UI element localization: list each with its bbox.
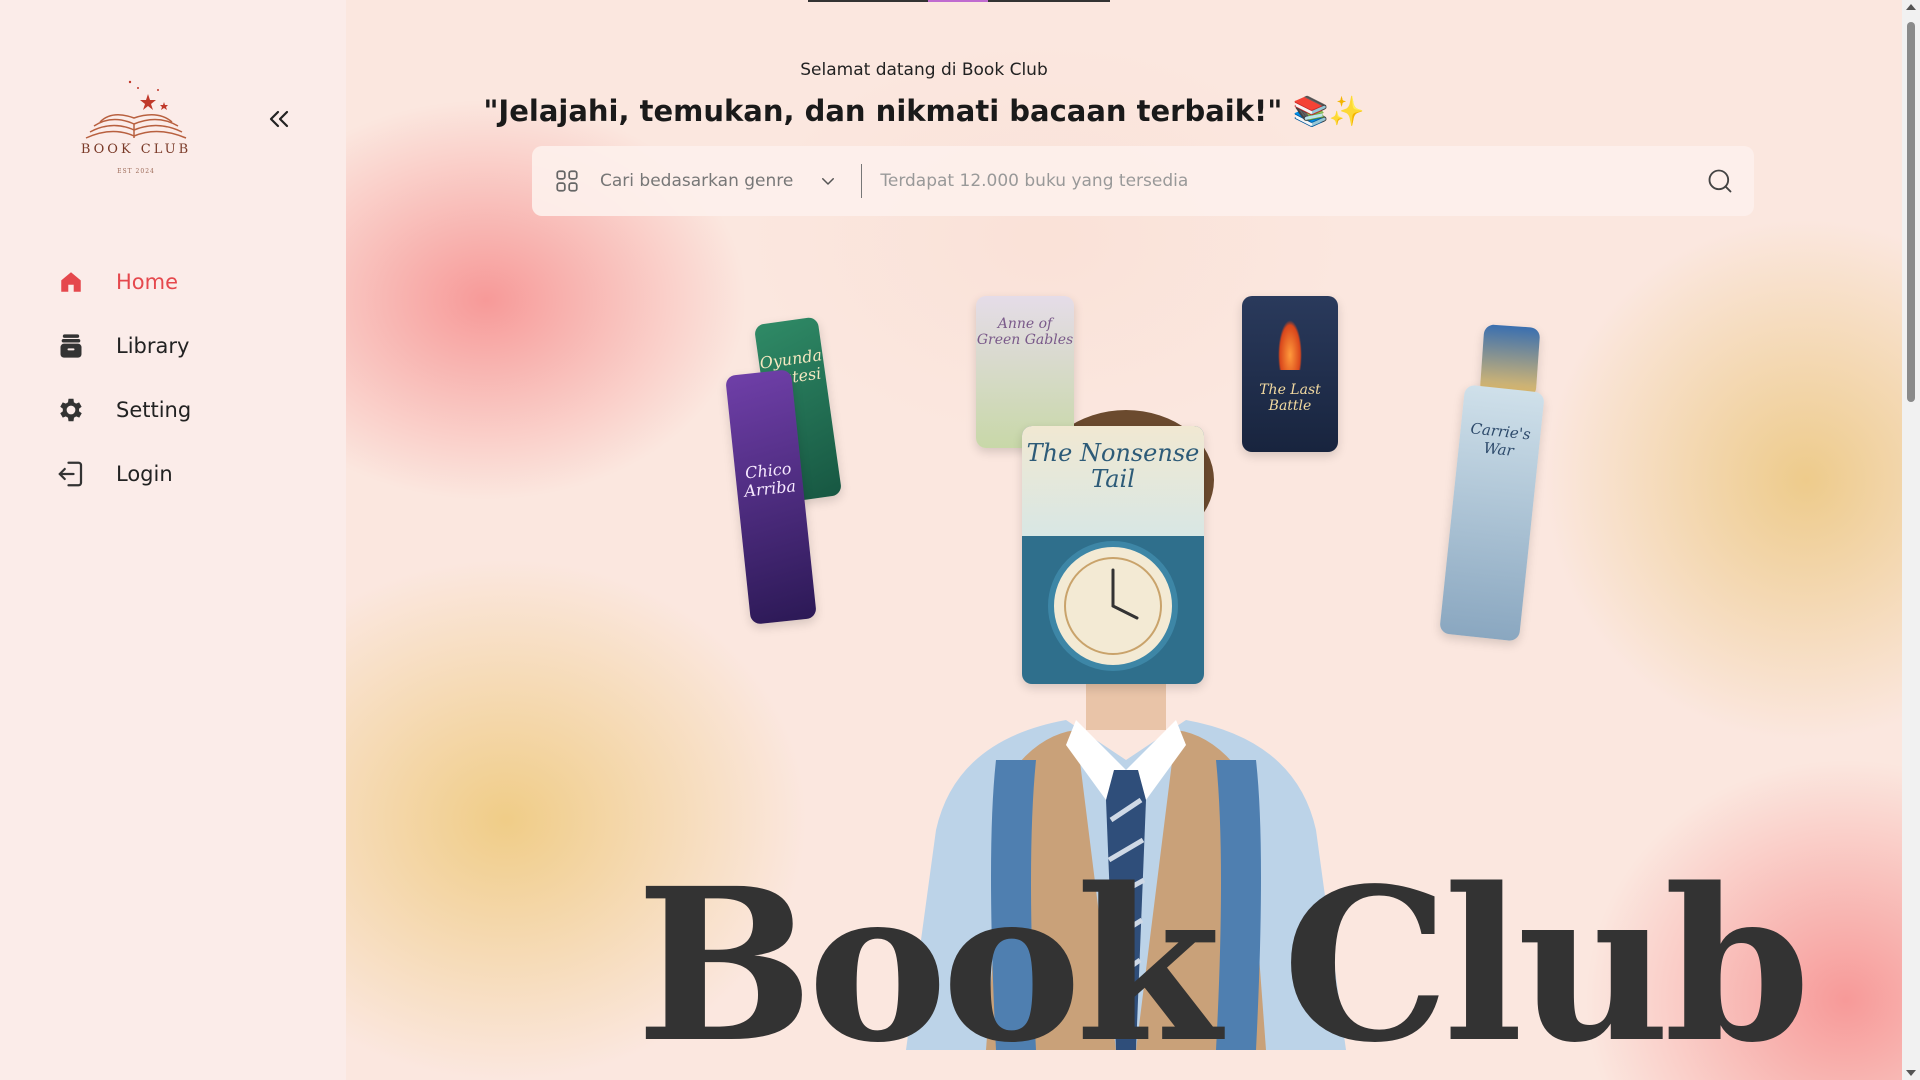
book-club-logo[interactable]: BOOK CLUB EST 2024 bbox=[72, 72, 200, 182]
book-title: Carrie's War bbox=[1469, 419, 1532, 460]
logo-text: BOOK CLUB bbox=[80, 142, 192, 157]
book-title: The Nonsense Tail bbox=[1026, 439, 1200, 493]
sidebar-item-label: Home bbox=[116, 270, 179, 294]
main-content: Selamat datang di Book Club "Jelajahi, t… bbox=[346, 0, 1902, 1080]
clock-icon bbox=[1048, 541, 1178, 671]
book-cover[interactable]: The Last Battle bbox=[1242, 296, 1338, 452]
hero-illustration: Oyunda Mutesi Chico Arriba Anne of Green… bbox=[346, 0, 1902, 1080]
book-cover-featured[interactable]: The Nonsense Tail bbox=[1022, 426, 1204, 684]
sidebar-item-setting[interactable]: Setting bbox=[54, 378, 191, 442]
sidebar-item-home[interactable]: Home bbox=[54, 250, 191, 314]
book-title: Chico Arriba bbox=[743, 458, 797, 501]
sidebar-item-library[interactable]: Library bbox=[54, 314, 191, 378]
sidebar-item-login[interactable]: Login bbox=[54, 442, 191, 506]
book-title: Anne of Green Gables bbox=[976, 316, 1074, 348]
scroll-up-arrow-icon[interactable] bbox=[1906, 4, 1916, 10]
sidebar-item-label: Library bbox=[116, 334, 190, 358]
sidebar-nav: Home Library Setting Login bbox=[54, 250, 191, 506]
logo-est: EST 2024 bbox=[117, 168, 155, 175]
login-icon bbox=[54, 457, 88, 491]
scroll-thumb[interactable] bbox=[1907, 22, 1915, 402]
gear-icon bbox=[54, 393, 88, 427]
double-chevron-left-icon bbox=[269, 110, 289, 128]
home-icon bbox=[54, 265, 88, 299]
page-scrollbar[interactable] bbox=[1902, 0, 1920, 1080]
sidebar-item-label: Login bbox=[116, 462, 173, 486]
open-book-logo-icon bbox=[85, 80, 187, 139]
sidebar: BOOK CLUB EST 2024 Home Library Setting … bbox=[0, 0, 346, 1080]
book-title: The Last Battle bbox=[1259, 382, 1321, 414]
fire-icon bbox=[1278, 320, 1302, 370]
collapse-sidebar-button[interactable] bbox=[266, 106, 292, 132]
hero-title: Book Club bbox=[636, 842, 1811, 1080]
scroll-down-arrow-icon[interactable] bbox=[1906, 1070, 1916, 1076]
library-icon bbox=[54, 329, 88, 363]
sidebar-item-label: Setting bbox=[116, 398, 192, 422]
